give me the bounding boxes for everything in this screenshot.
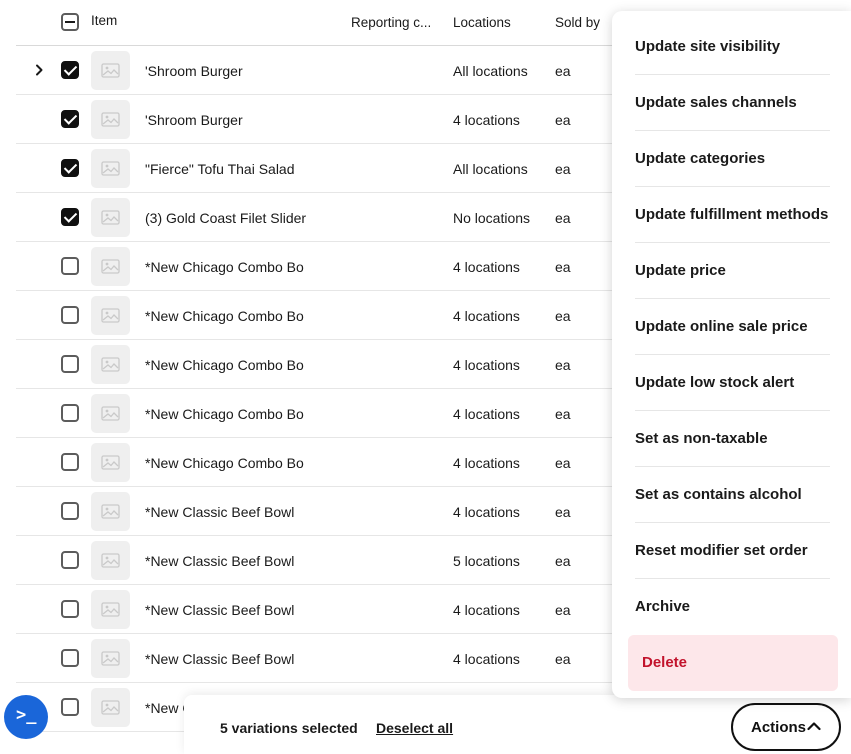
row-checkbox[interactable]	[61, 649, 79, 667]
item-name[interactable]: *New Chicago Combo Bo	[145, 259, 304, 275]
deselect-all-link[interactable]: Deselect all	[376, 720, 453, 736]
item-locations: 4 locations	[453, 651, 520, 667]
row-checkbox[interactable]	[61, 110, 79, 128]
menu-item-update-categories[interactable]: Update categories	[635, 131, 830, 187]
item-image-placeholder	[91, 149, 130, 188]
item-image-placeholder	[91, 443, 130, 482]
menu-item-update-sales-channels[interactable]: Update sales channels	[635, 75, 830, 131]
item-locations: 4 locations	[453, 455, 520, 471]
item-locations: 5 locations	[453, 553, 520, 569]
menu-item-update-low-stock-alert[interactable]: Update low stock alert	[635, 355, 830, 411]
item-sold-by: ea	[555, 259, 571, 275]
menu-item-update-price[interactable]: Update price	[635, 243, 830, 299]
selection-action-bar: 5 variations selected Deselect all Actio…	[184, 695, 851, 754]
menu-item-set-as-contains-alcohol[interactable]: Set as contains alcohol	[635, 467, 830, 523]
row-checkbox[interactable]	[61, 306, 79, 324]
row-checkbox[interactable]	[61, 355, 79, 373]
row-checkbox[interactable]	[61, 404, 79, 422]
item-name[interactable]: "Fierce" Tofu Thai Salad	[145, 161, 295, 177]
menu-item-delete[interactable]: Delete	[628, 635, 838, 691]
row-checkbox[interactable]	[61, 600, 79, 618]
item-name[interactable]: 'Shroom Burger	[145, 63, 243, 79]
item-name[interactable]: 'Shroom Burger	[145, 112, 243, 128]
item-image-placeholder	[91, 394, 130, 433]
row-checkbox[interactable]	[61, 453, 79, 471]
item-image-placeholder	[91, 296, 130, 335]
item-sold-by: ea	[555, 553, 571, 569]
row-checkbox[interactable]	[61, 257, 79, 275]
item-locations: 4 locations	[453, 112, 520, 128]
item-locations: 4 locations	[453, 406, 520, 422]
item-locations: 4 locations	[453, 504, 520, 520]
item-locations: No locations	[453, 210, 531, 226]
terminal-button[interactable]: >_	[4, 695, 48, 739]
item-sold-by: ea	[555, 161, 571, 177]
item-sold-by: ea	[555, 504, 571, 520]
item-image-placeholder	[91, 590, 130, 629]
menu-item-update-fulfillment-methods[interactable]: Update fulfillment methods	[635, 187, 830, 243]
item-sold-by: ea	[555, 210, 571, 226]
item-sold-by: ea	[555, 406, 571, 422]
item-name[interactable]: (3) Gold Coast Filet Slider	[145, 210, 306, 226]
item-sold-by: ea	[555, 455, 571, 471]
menu-item-reset-modifier-set-order[interactable]: Reset modifier set order	[635, 523, 830, 579]
item-image-placeholder	[91, 688, 130, 727]
item-sold-by: ea	[555, 63, 571, 79]
selection-count: 5 variations selected	[220, 720, 358, 736]
menu-item-update-site-visibility[interactable]: Update site visibility	[635, 19, 830, 75]
item-sold-by: ea	[555, 112, 571, 128]
item-image-placeholder	[91, 51, 130, 90]
item-image-placeholder	[91, 492, 130, 531]
item-locations: All locations	[453, 161, 528, 177]
item-locations: 4 locations	[453, 308, 520, 324]
item-name[interactable]: *New Chicago Combo Bo	[145, 308, 304, 324]
item-name[interactable]: *New Classic Beef Bowl	[145, 651, 294, 667]
menu-item-update-online-sale-price[interactable]: Update online sale price	[635, 299, 830, 355]
chevron-up-icon	[807, 722, 821, 731]
item-image-placeholder	[91, 345, 130, 384]
column-header-sold-by[interactable]: Sold by	[555, 15, 600, 30]
row-checkbox[interactable]	[61, 61, 79, 79]
item-locations: 4 locations	[453, 259, 520, 275]
row-checkbox[interactable]	[61, 551, 79, 569]
menu-item-set-as-non-taxable[interactable]: Set as non-taxable	[635, 411, 830, 467]
item-locations: All locations	[453, 63, 528, 79]
item-name[interactable]: *New Chicago Combo Bo	[145, 357, 304, 373]
item-sold-by: ea	[555, 308, 571, 324]
column-header-item[interactable]: Item	[91, 13, 117, 28]
column-header-reporting-category[interactable]: Reporting c...	[351, 15, 437, 30]
actions-label: Actions	[751, 718, 807, 736]
item-image-placeholder	[91, 198, 130, 237]
item-image-placeholder	[91, 639, 130, 678]
menu-item-archive[interactable]: Archive	[635, 579, 830, 635]
item-name[interactable]: *New Chicago Combo Bo	[145, 406, 304, 422]
item-locations: 4 locations	[453, 602, 520, 618]
row-checkbox[interactable]	[61, 698, 79, 716]
item-name[interactable]: *New Classic Beef Bowl	[145, 504, 294, 520]
item-name[interactable]: *New Chicago Combo Bo	[145, 455, 304, 471]
row-checkbox[interactable]	[61, 502, 79, 520]
chevron-right-icon[interactable]	[33, 64, 45, 76]
row-checkbox[interactable]	[61, 159, 79, 177]
select-all-checkbox[interactable]	[61, 13, 79, 31]
actions-menu: Update site visibility Update sales chann…	[612, 11, 851, 698]
terminal-icon: >_	[16, 705, 37, 725]
actions-button[interactable]: Actions	[731, 703, 841, 751]
item-name[interactable]: *New Classic Beef Bowl	[145, 553, 294, 569]
row-checkbox[interactable]	[61, 208, 79, 226]
item-image-placeholder	[91, 247, 130, 286]
item-image-placeholder	[91, 100, 130, 139]
item-sold-by: ea	[555, 602, 571, 618]
item-name[interactable]: *New Classic Beef Bowl	[145, 602, 294, 618]
item-sold-by: ea	[555, 651, 571, 667]
item-locations: 4 locations	[453, 357, 520, 373]
item-image-placeholder	[91, 541, 130, 580]
item-sold-by: ea	[555, 357, 571, 373]
column-header-locations[interactable]: Locations	[453, 15, 511, 30]
